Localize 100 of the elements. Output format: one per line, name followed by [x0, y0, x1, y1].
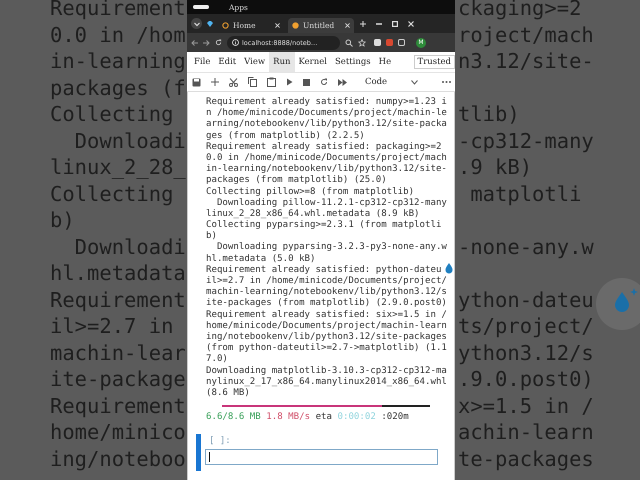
backdrop-text: .9.0.post0): [458, 366, 594, 392]
tab-favicon-icon: [222, 22, 229, 29]
backdrop-text: ing/noteboo: [50, 446, 186, 472]
backdrop-text: Requirement: [50, 286, 186, 313]
output-line: home/minicode/Documents/project/machin-learn: [206, 320, 447, 332]
maximize-icon[interactable]: [392, 20, 398, 26]
back-icon[interactable]: [191, 40, 198, 46]
minimize-icon[interactable]: [376, 22, 382, 24]
backdrop-text: 0.0 in /hom: [50, 22, 186, 48]
backdrop-text: ython-dateu: [458, 286, 594, 313]
menu-item[interactable]: Run: [269, 52, 295, 72]
backdrop-text: ts/project/: [458, 313, 594, 340]
output-line: 0.0 in /home/minicode/Documents/project/mach: [206, 152, 447, 164]
backdrop-text: il>=2.7 in: [50, 313, 174, 340]
output-line: arning/notebookenv/lib/python3.12/site-packa: [206, 119, 447, 131]
backdrop-text: in-learning: [50, 48, 186, 74]
output-line: nylinux_2_17_x86_64.manylinux2014_x86_64.whl: [206, 376, 447, 388]
backdrop-text: achin-learn: [458, 419, 594, 446]
output-line: Collecting pyparsing>=2.3.1 (from matplotli: [206, 220, 442, 231]
save-icon[interactable]: [192, 78, 201, 86]
menu-item[interactable]: Edit: [214, 52, 240, 72]
backdrop-text: linux_2_28_: [50, 154, 186, 180]
backdrop-text: home/minico: [50, 419, 186, 446]
backdrop-text: x>=1.5 in /: [458, 392, 594, 419]
backdrop-text: machin-lear: [50, 340, 186, 366]
output-line: Requirement already satisfied: packaging>=2: [206, 142, 442, 153]
scissors-icon[interactable]: [229, 78, 238, 86]
backdrop-text: roject/mach: [458, 22, 594, 48]
backdrop-text: Downloadi: [74, 234, 186, 260]
active-cell-marker: [196, 434, 201, 472]
zoom-icon[interactable]: [345, 38, 353, 46]
progress-text: 1.8 MB/s: [266, 412, 310, 424]
backdrop-text: Collecting: [50, 180, 174, 207]
paste-icon[interactable]: [267, 77, 276, 87]
trusted-button[interactable]: Trusted: [414, 55, 455, 69]
output-line: Requirement already satisfied: six>=1.5 in /: [206, 310, 447, 321]
output-line: ite-packages (from matplotlib) (2.9.0.post0): [206, 298, 447, 310]
forward-icon[interactable]: [203, 40, 210, 46]
progress-text: :020m: [381, 412, 409, 424]
new-tab-icon[interactable]: [360, 20, 366, 26]
output-line: Downloading matplotlib-3.10.3-cp312-cp312-ma: [206, 366, 447, 377]
output-line: b): [206, 231, 217, 242]
backdrop-text: Downloadi: [74, 128, 186, 154]
cell-type-dropdown[interactable]: Code: [365, 77, 388, 87]
tab-favicon-icon: [292, 22, 299, 29]
bookmark-star-icon[interactable]: [358, 38, 366, 46]
backdrop-text: Requirement: [50, 392, 186, 419]
output-line: in-learning/notebookenv/lib/python3.12/site-: [206, 164, 447, 175]
backdrop-text: b): [50, 207, 75, 234]
progress-text: 6.6/8.6 MB: [206, 412, 261, 424]
progress-text: eta: [316, 412, 332, 424]
menu-item[interactable]: View: [240, 52, 270, 72]
output-line: Collecting pillow>=8 (from matplotlib): [206, 186, 414, 198]
backdrop-text: matplotli: [469, 180, 582, 207]
menu-item[interactable]: Kernel: [294, 52, 331, 72]
backdrop-text: ython3.12/s: [458, 340, 594, 366]
code-input-field[interactable]: [205, 449, 438, 466]
backdrop-text: Collecting: [50, 101, 174, 128]
water-drop-icon: [596, 278, 640, 330]
output-line: hl.metadata (5.0 kB): [206, 254, 316, 265]
close-icon[interactable]: [275, 23, 280, 28]
output-line: Downloading pillow-11.2.1-cp312-cp312-many: [216, 198, 447, 209]
caret-icon[interactable]: [411, 80, 418, 84]
backdrop-text: te-packages: [458, 446, 594, 472]
output-line: (from python-dateutil>=2.7->matplotlib) (1.1: [206, 343, 447, 354]
cell-prompt: [ ]:: [208, 435, 231, 446]
output-line: Requirement already satisfied: numpy>=1.23 i: [206, 97, 447, 108]
menu-item[interactable]: He: [374, 52, 396, 72]
menu-item[interactable]: Settings: [330, 52, 375, 72]
reload-icon[interactable]: [215, 39, 222, 46]
run-icon[interactable]: [286, 78, 293, 86]
backdrop-text: hl.metadata: [50, 260, 186, 286]
backdrop-text: packages (f: [50, 74, 186, 101]
copy-icon[interactable]: [248, 77, 257, 87]
backdrop-text: ite-package: [50, 366, 186, 392]
output-line: (8.6 MB): [206, 388, 250, 400]
progress-text: 0:00:02: [338, 412, 376, 424]
output-line: 7.0): [206, 354, 228, 366]
backdrop-text: -none-any.w: [458, 234, 594, 260]
output-line: Requirement already satisfied: python-dateu: [206, 264, 442, 276]
output-line: ges (from matplotlib) (2.2.5): [206, 130, 365, 142]
water-drop-icon[interactable]: [444, 262, 455, 274]
fast-forward-icon[interactable]: [338, 78, 347, 86]
menu-item[interactable]: File: [190, 52, 214, 72]
output-line: ing/notebookenv/lib/python3.12/site-packages: [206, 332, 447, 343]
restart-icon[interactable]: [320, 78, 328, 86]
close-icon[interactable]: [408, 20, 414, 26]
close-icon[interactable]: [345, 23, 350, 28]
add-cell-icon[interactable]: [211, 78, 219, 86]
output-line: packages (from matplotlib) (25.0): [206, 175, 387, 186]
backdrop-text: tlib): [458, 101, 520, 128]
stop-icon[interactable]: [303, 78, 310, 86]
info-icon[interactable]: [232, 39, 239, 46]
gem-icon[interactable]: [206, 20, 214, 28]
status-pill-icon: [193, 5, 209, 9]
output-line: il>=2.7 in /home/minicode/Documents/project/: [206, 276, 447, 287]
output-line: machin-learning/notebookenv/lib/python3.12/s: [206, 287, 447, 298]
tab-list-icon[interactable]: [191, 18, 202, 29]
backdrop-text: n3.12/site-: [458, 48, 594, 74]
backdrop-text: .9 kB): [458, 154, 532, 180]
